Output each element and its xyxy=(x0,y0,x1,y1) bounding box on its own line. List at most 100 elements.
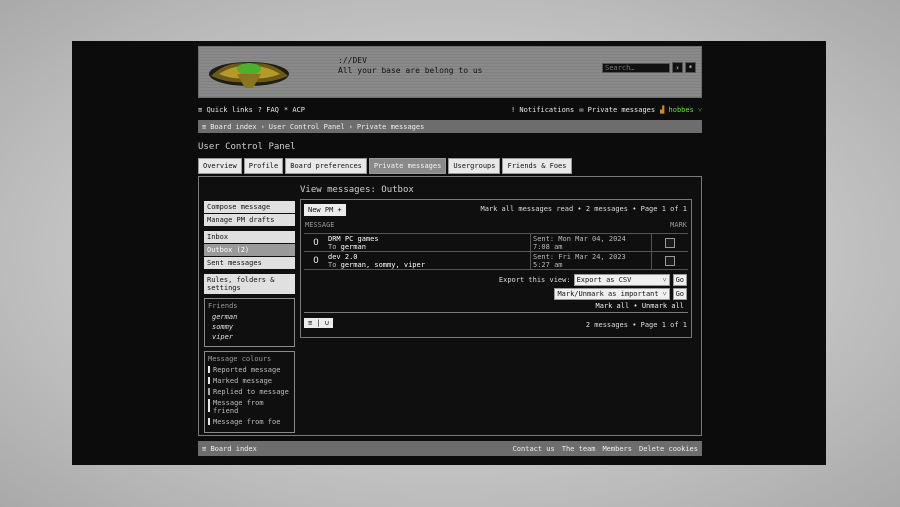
quick-links-menu[interactable]: ≡ Quick links xyxy=(198,106,253,114)
pagination-info-top: Mark all messages read • 2 messages • Pa… xyxy=(480,205,687,213)
search-box: › * xyxy=(602,62,696,73)
members-link[interactable]: Members xyxy=(602,445,632,453)
legend-swatch xyxy=(208,377,210,384)
legend-item: Message from foe xyxy=(208,418,291,426)
export-select[interactable]: Export as CSV ˅ xyxy=(573,274,670,286)
tab-friends-foes[interactable]: Friends & Foes xyxy=(502,158,572,174)
message-subject-cell: dev 2.0 To german, sommy, viper xyxy=(328,252,530,269)
message-colours-box: Message colours Reported message Marked … xyxy=(204,351,295,433)
footer-board-index[interactable]: ≡ Board index xyxy=(202,445,257,453)
faq-link[interactable]: ? FAQ xyxy=(258,106,279,114)
private-messages-link[interactable]: ✉ Private messages xyxy=(579,106,655,114)
message-subject[interactable]: DRM PC games xyxy=(328,235,530,243)
sidebar-item-sent[interactable]: Sent messages xyxy=(204,257,295,269)
chevron-down-icon: ˅ xyxy=(662,290,667,298)
sent-time: 5:27 am xyxy=(533,261,563,269)
message-list: New PM + Mark all messages read • 2 mess… xyxy=(300,199,692,338)
site-description: All your base are belong to us xyxy=(338,66,483,75)
message-recipients: To german, sommy, viper xyxy=(328,261,530,269)
legend-item: Replied to message xyxy=(208,388,291,396)
footer-board-index-label: Board index xyxy=(210,444,257,453)
divider xyxy=(304,312,688,313)
friend-link[interactable]: viper xyxy=(212,333,287,341)
to-label: To xyxy=(328,261,337,269)
tab-profile[interactable]: Profile xyxy=(243,158,284,174)
mark-checkbox[interactable] xyxy=(665,255,675,266)
faq-label: FAQ xyxy=(266,106,279,114)
notifications-link[interactable]: ! Notifications xyxy=(511,106,574,114)
the-team-link[interactable]: The team xyxy=(562,445,596,453)
sidebar-item-rules[interactable]: Rules, folders & settings xyxy=(204,274,295,294)
mark-checkbox[interactable] xyxy=(665,237,675,248)
delete-cookies-link[interactable]: Delete cookies xyxy=(639,445,698,453)
sidebar-item-drafts[interactable]: Manage PM drafts xyxy=(204,214,295,226)
crumb-ucp[interactable]: User Control Panel xyxy=(269,123,345,131)
site-header: ://DEV All your base are belong to us › … xyxy=(198,46,702,98)
table-row[interactable]: O dev 2.0 To german, sommy, viper Sent: … xyxy=(304,251,688,270)
legend-item: Marked message xyxy=(208,377,291,385)
crumb-pm[interactable]: Private messages xyxy=(357,123,424,131)
display-options-button[interactable]: ≡ | ∪ xyxy=(304,318,334,328)
mark-action-select[interactable]: Mark/Unmark as important ˅ xyxy=(554,288,670,300)
navbar: ≡ Quick links ? FAQ * ACP ! Notification… xyxy=(198,105,702,115)
ucp-panel: Compose message Manage PM drafts Inbox O… xyxy=(198,176,702,436)
crumb-board-index[interactable]: Board index xyxy=(210,123,256,131)
sidebar-item-compose[interactable]: Compose message xyxy=(204,201,295,213)
mark-go-button[interactable]: Go xyxy=(672,288,687,300)
tab-usergroups[interactable]: Usergroups xyxy=(448,158,501,174)
sidebar-item-inbox[interactable]: Inbox xyxy=(204,231,295,243)
legend-item: Reported message xyxy=(208,366,291,374)
acp-label: ACP xyxy=(292,106,305,114)
friend-link[interactable]: german xyxy=(212,313,287,321)
export-go-button[interactable]: Go xyxy=(672,274,687,286)
legend-swatch xyxy=(208,366,210,373)
footer-links: Contact us The team Members Delete cooki… xyxy=(513,445,698,453)
legend-label: Replied to message xyxy=(213,388,289,396)
to-label: To xyxy=(328,243,337,251)
advanced-search-button[interactable]: * xyxy=(685,62,696,73)
message-colours-title: Message colours xyxy=(208,355,272,363)
sidebar-item-outbox[interactable]: Outbox (2) xyxy=(204,244,295,256)
ucp-tabs: Overview Profile Board preferences Priva… xyxy=(198,158,702,174)
contact-us-link[interactable]: Contact us xyxy=(513,445,555,453)
export-select-value: Export as CSV xyxy=(576,276,632,284)
export-label: Export this view: xyxy=(498,276,571,284)
search-button[interactable]: › xyxy=(672,62,683,73)
tab-board-preferences[interactable]: Board preferences xyxy=(285,158,367,174)
col-message: MESSAGE xyxy=(305,221,335,229)
message-subject-cell: DRM PC games To german xyxy=(328,234,530,251)
friend-link[interactable]: sommy xyxy=(212,323,287,331)
acp-link[interactable]: * ACP xyxy=(284,106,305,114)
sent-time: 7:08 am xyxy=(533,243,563,251)
table-row[interactable]: O DRM PC games To german Sent: Mon Mar 0… xyxy=(304,233,688,251)
outbox-title: View messages: Outbox xyxy=(300,185,414,195)
read-message-icon: O xyxy=(313,255,319,266)
recipient-link[interactable]: german, sommy, viper xyxy=(341,261,425,269)
search-input[interactable] xyxy=(602,62,670,73)
new-pm-button[interactable]: New PM + xyxy=(304,204,346,216)
forum-page: ://DEV All your base are belong to us › … xyxy=(198,46,702,456)
message-subject[interactable]: dev 2.0 xyxy=(328,253,530,261)
page-title: User Control Panel xyxy=(198,142,296,152)
message-recipients: To german xyxy=(328,243,530,251)
legend-label: Reported message xyxy=(213,366,281,374)
site-logo[interactable] xyxy=(207,54,292,90)
legend-item: Message from friend xyxy=(208,399,291,415)
mark-cell xyxy=(651,252,688,269)
tab-private-messages[interactable]: Private messages xyxy=(368,158,447,174)
sent-date: Sent: Mon Mar 04, 2024 xyxy=(533,235,626,243)
username: hobbes xyxy=(668,106,694,114)
pm-sidebar: Compose message Manage PM drafts Inbox O… xyxy=(204,201,295,433)
col-mark: MARK xyxy=(670,221,687,229)
table-header: MESSAGE MARK xyxy=(305,221,687,229)
notifications-label: Notifications xyxy=(519,106,575,114)
tab-overview[interactable]: Overview xyxy=(198,158,242,174)
mark-cell xyxy=(651,234,688,251)
recipient-link[interactable]: german xyxy=(341,243,366,251)
mark-all-links[interactable]: Mark all • Unmark all xyxy=(595,302,684,310)
pagination-info-bottom: 2 messages • Page 1 of 1 xyxy=(585,321,687,329)
legend-label: Message from friend xyxy=(213,399,264,415)
site-title[interactable]: ://DEV xyxy=(338,56,367,65)
user-menu[interactable]: ▟ hobbes ˅ xyxy=(660,106,702,114)
sent-date: Sent: Fri Mar 24, 2023 xyxy=(533,253,626,261)
